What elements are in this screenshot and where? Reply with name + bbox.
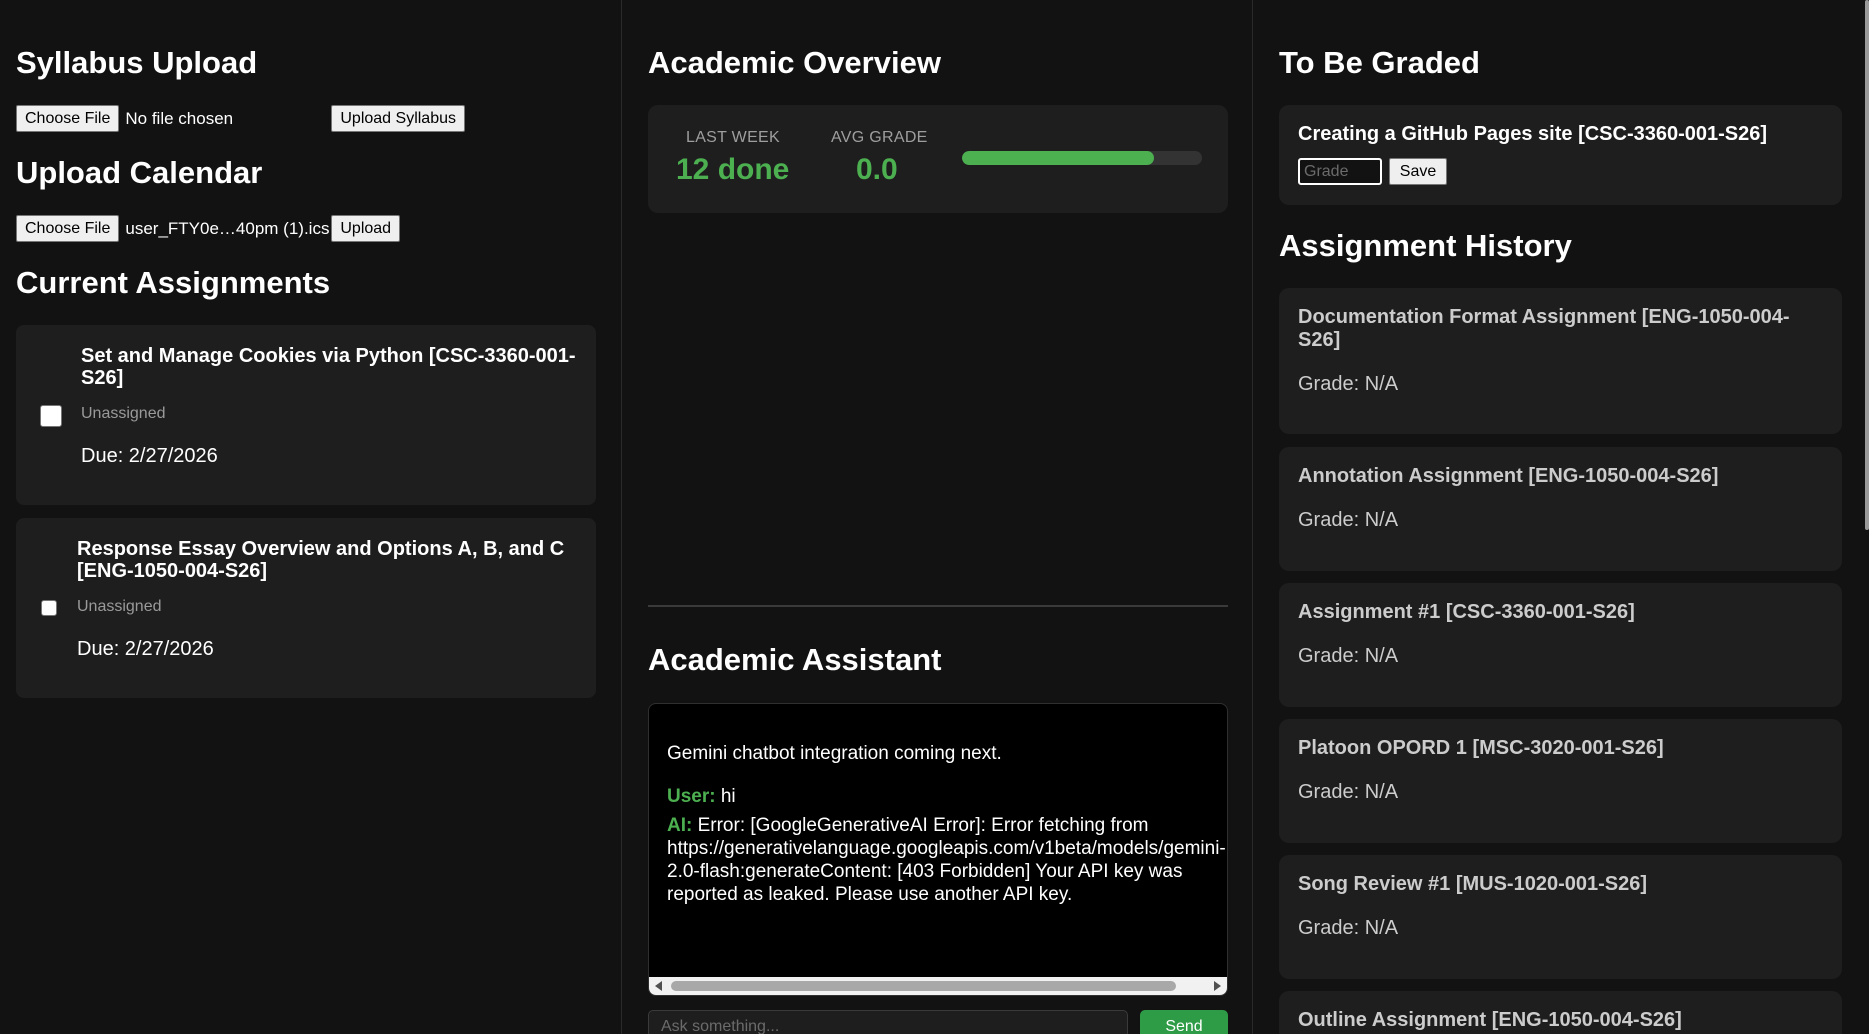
section-divider [648, 605, 1228, 607]
syllabus-heading: Syllabus Upload [16, 45, 258, 80]
app-root: Syllabus Upload Choose File No file chos… [0, 0, 1869, 1034]
overview-heading: Academic Overview [648, 45, 941, 80]
scroll-left-arrow-icon[interactable] [655, 981, 662, 991]
right-column: To Be Graded Creating a GitHub Pages sit… [1252, 0, 1869, 1034]
history-card: Outline Assignment [ENG-1050-004-S26] [1279, 991, 1842, 1034]
assignment-checkbox[interactable] [40, 405, 62, 427]
history-title: Platoon OPORD 1 [MSC-3020-001-S26] [1298, 737, 1664, 759]
history-title: Outline Assignment [ENG-1050-004-S26] [1298, 1009, 1682, 1031]
history-card: Platoon OPORD 1 [MSC-3020-001-S26] Grade… [1279, 719, 1842, 843]
to-be-graded-heading: To Be Graded [1279, 45, 1480, 80]
assignment-due-date: Due: 2/27/2026 [77, 638, 214, 660]
history-grade: Grade: N/A [1298, 373, 1399, 395]
vertical-scrollbar[interactable] [1865, 0, 1869, 530]
assignment-status: Unassigned [77, 598, 162, 615]
assignment-title: Response Essay Overview and Options A, B… [77, 538, 565, 582]
progress-bar [962, 151, 1202, 165]
middle-column: Academic Overview LAST WEEK 12 done AVG … [621, 0, 1252, 1034]
assignment-status: Unassigned [81, 405, 166, 422]
calendar-file-status: user_FTY0e…40pm (1).ics [125, 218, 330, 238]
last-week-label: LAST WEEK [686, 129, 780, 146]
assignment-due-date: Due: 2/27/2026 [81, 445, 218, 467]
overview-card: LAST WEEK 12 done AVG GRADE 0.0 [648, 105, 1228, 213]
syllabus-file-status: No file chosen [125, 108, 234, 128]
chat-intro-message: Gemini chatbot integration coming next. [667, 743, 1002, 764]
calendar-choose-file-button[interactable]: Choose File [16, 215, 120, 242]
avg-grade-label: AVG GRADE [831, 129, 928, 146]
chat-message-text: hi [720, 786, 736, 807]
history-grade: Grade: N/A [1298, 645, 1399, 667]
assignment-checkbox[interactable] [41, 600, 57, 616]
assignment-card: Response Essay Overview and Options A, B… [16, 518, 596, 698]
progress-bar-fill [962, 151, 1154, 165]
upload-calendar-button[interactable]: Upload [331, 215, 401, 242]
calendar-upload-row: Choose File user_FTY0e…40pm (1).ics Uplo… [16, 215, 401, 242]
assignment-title: Set and Manage Cookies via Python [CSC-3… [81, 345, 576, 389]
send-button[interactable]: Send [1140, 1010, 1228, 1034]
chat-log[interactable]: Gemini chatbot integration coming next. … [648, 703, 1228, 996]
scroll-right-arrow-icon[interactable] [1214, 981, 1221, 991]
avg-grade-value: 0.0 [856, 153, 898, 186]
history-card: Documentation Format Assignment [ENG-105… [1279, 288, 1842, 434]
history-grade: Grade: N/A [1298, 917, 1399, 939]
chat-sender-label: AI: [667, 815, 693, 836]
current-assignments-heading: Current Assignments [16, 265, 331, 300]
upload-syllabus-button[interactable]: Upload Syllabus [331, 105, 465, 132]
assistant-heading: Academic Assistant [648, 642, 942, 677]
save-grade-button[interactable]: Save [1389, 158, 1447, 185]
history-card: Assignment #1 [CSC-3360-001-S26] Grade: … [1279, 583, 1842, 707]
chat-message-text: Error: [GoogleGenerativeAI Error]: Error… [667, 815, 1226, 905]
history-title: Documentation Format Assignment [ENG-105… [1298, 306, 1790, 351]
chat-input[interactable] [648, 1010, 1128, 1034]
history-title: Annotation Assignment [ENG-1050-004-S26] [1298, 465, 1719, 487]
syllabus-upload-row: Choose File No file chosen Upload Syllab… [16, 105, 465, 132]
history-card: Song Review #1 [MUS-1020-001-S26] Grade:… [1279, 855, 1842, 979]
left-column: Syllabus Upload Choose File No file chos… [0, 0, 621, 1034]
last-week-value: 12 done [676, 153, 790, 186]
history-grade: Grade: N/A [1298, 509, 1399, 531]
history-title: Song Review #1 [MUS-1020-001-S26] [1298, 873, 1648, 895]
history-title: Assignment #1 [CSC-3360-001-S26] [1298, 601, 1635, 623]
to-be-graded-card: Creating a GitHub Pages site [CSC-3360-0… [1279, 105, 1842, 205]
syllabus-choose-file-button[interactable]: Choose File [16, 105, 120, 132]
chat-message-ai: AI: Error: [GoogleGenerativeAI Error]: E… [667, 814, 1227, 906]
history-card: Annotation Assignment [ENG-1050-004-S26]… [1279, 447, 1842, 571]
horizontal-scrollbar[interactable] [649, 977, 1227, 995]
to-be-graded-title: Creating a GitHub Pages site [CSC-3360-0… [1298, 123, 1768, 145]
history-grade: Grade: N/A [1298, 781, 1399, 803]
chat-sender-label: User: [667, 786, 716, 807]
calendar-heading: Upload Calendar [16, 155, 263, 190]
assignment-card: Set and Manage Cookies via Python [CSC-3… [16, 325, 596, 505]
scrollbar-thumb[interactable] [671, 981, 1176, 991]
chat-message-user: User: hi [667, 785, 736, 808]
assignment-history-heading: Assignment History [1279, 228, 1572, 263]
grade-input[interactable] [1298, 158, 1382, 185]
